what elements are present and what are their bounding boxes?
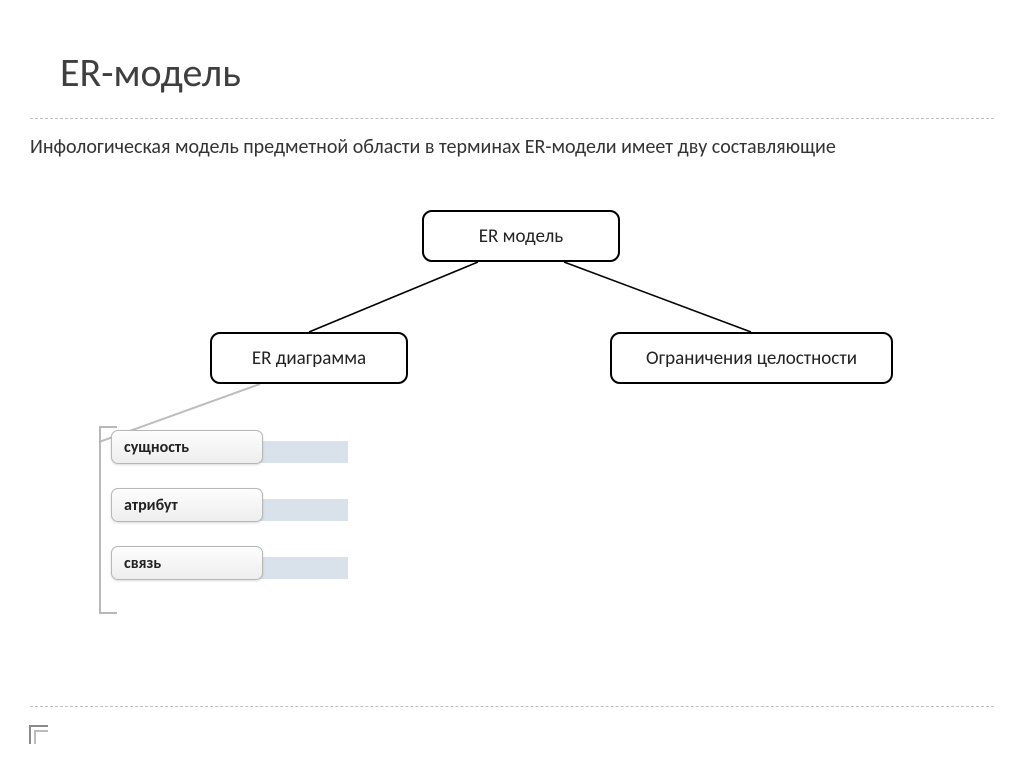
list-bottom-tick	[99, 612, 117, 614]
list-top-tick	[99, 426, 117, 428]
list-item: связь	[97, 546, 372, 590]
bottom-divider	[30, 706, 994, 707]
node-er-diagram: ER диаграмма	[210, 332, 408, 384]
node-constraints-label: Ограничения целостности	[646, 347, 857, 370]
list-pill-attribute: атрибут	[111, 488, 263, 522]
list-label: атрибут	[124, 496, 178, 515]
list-pill-entity: сущность	[111, 430, 263, 464]
list-item: сущность	[97, 430, 372, 474]
diagram-component-list: сущность атрибут связь	[97, 430, 372, 604]
node-root: ER модель	[422, 210, 620, 262]
list-label: связь	[124, 554, 161, 573]
er-diagram: ER модель ER диаграмма Ограничения целос…	[0, 0, 1024, 767]
corner-icon	[28, 724, 50, 746]
list-label: сущность	[124, 438, 189, 457]
list-pill-relation: связь	[111, 546, 263, 580]
node-er-diagram-label: ER диаграмма	[252, 347, 366, 370]
node-root-label: ER модель	[479, 225, 563, 248]
node-constraints: Ограничения целостности	[610, 332, 893, 384]
list-item: атрибут	[97, 488, 372, 532]
